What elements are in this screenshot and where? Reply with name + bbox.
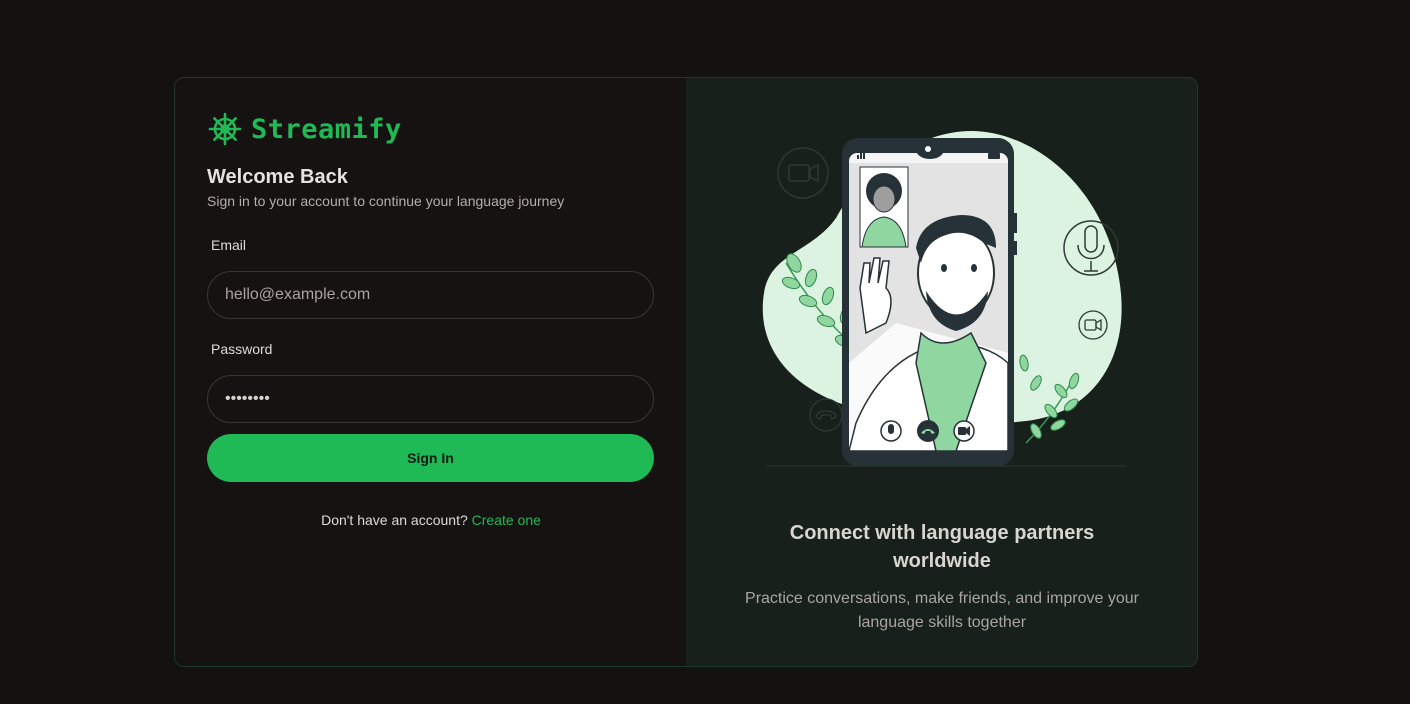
password-label: Password <box>211 341 273 357</box>
hangup-icon-bg <box>809 398 843 432</box>
email-field[interactable] <box>207 271 654 319</box>
login-panel: Streamify Welcome Back Sign in to your a… <box>175 78 686 666</box>
login-card: Streamify Welcome Back Sign in to your a… <box>174 77 1198 667</box>
email-label: Email <box>211 237 247 253</box>
ship-wheel-icon <box>208 112 242 146</box>
brand-logo: Streamify <box>208 112 402 146</box>
page-subtitle: Sign in to your account to continue your… <box>207 193 565 209</box>
phone-illustration <box>842 138 1017 466</box>
promo-title: Connect with language partners worldwide <box>789 522 1095 572</box>
signup-prompt-text: Don't have an account? <box>321 512 468 528</box>
sign-in-button[interactable]: Sign In <box>207 434 654 482</box>
brand-name: Streamify <box>251 113 402 145</box>
signup-prompt: Don't have an account? Create one <box>175 512 687 528</box>
create-account-link[interactable]: Create one <box>472 512 541 528</box>
page-title: Welcome Back <box>207 166 348 188</box>
video-call-illustration <box>762 131 1126 467</box>
video-camera-icon-bg <box>777 147 829 199</box>
promo-text: Practice conversations, make friends, an… <box>745 590 1139 631</box>
promo-panel: Connect with language partners worldwide… <box>686 78 1197 666</box>
password-field[interactable] <box>207 375 654 423</box>
